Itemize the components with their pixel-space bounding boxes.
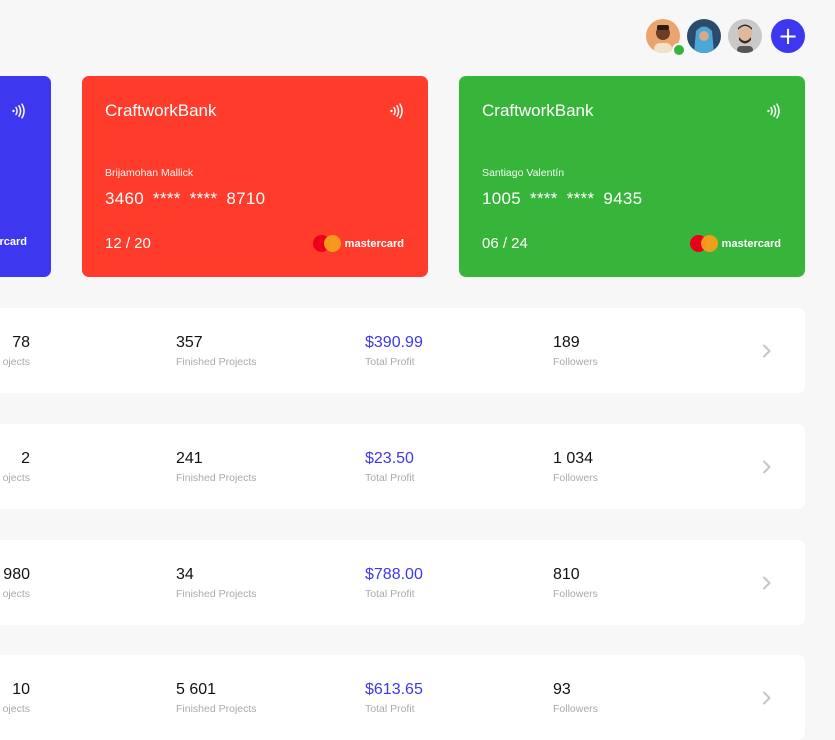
total-profit-label: Total Profit: [365, 356, 415, 368]
projects-value: 10: [12, 681, 30, 698]
followers-label: Followers: [553, 703, 598, 715]
followers-stat: 1 034 Followers: [553, 450, 598, 484]
user-avatar-3[interactable]: [728, 19, 762, 53]
projects-stat: 10 ojects: [0, 681, 30, 715]
chevron-right-icon[interactable]: [762, 691, 771, 705]
finished-projects-label: Finished Projects: [176, 588, 257, 600]
total-profit-label: Total Profit: [365, 703, 415, 715]
mastercard-logo-icon: [312, 235, 341, 252]
projects-stat: 2 ojects: [0, 450, 30, 484]
followers-value: 93: [553, 681, 571, 698]
finished-projects-label: Finished Projects: [176, 703, 257, 715]
followers-value: 189: [553, 334, 580, 351]
total-profit-stat: $23.50 Total Profit: [365, 450, 415, 484]
avatar-image: [687, 19, 721, 53]
card-brand: mastercard: [312, 235, 404, 252]
stats-row[interactable]: 78 ojects 357 Finished Projects $390.99 …: [0, 308, 805, 393]
add-member-button[interactable]: +: [771, 19, 805, 53]
finished-projects-value: 34: [176, 566, 194, 583]
chevron-right-icon[interactable]: [762, 344, 771, 358]
card-holder-name: Brijamohan Mallick: [105, 167, 194, 179]
total-profit-value: $23.50: [365, 450, 414, 467]
followers-label: Followers: [553, 588, 598, 600]
mastercard-logo-icon: [689, 235, 718, 252]
online-status-dot: [672, 43, 686, 57]
followers-stat: 810 Followers: [553, 566, 598, 600]
followers-label: Followers: [553, 472, 598, 484]
card-number: 1005 **** **** 9435: [482, 189, 643, 208]
finished-projects-stat: 357 Finished Projects: [176, 334, 257, 368]
contactless-icon: [390, 103, 403, 119]
followers-label: Followers: [553, 356, 598, 368]
card-brand-label: rcard: [0, 236, 27, 248]
credit-card-green[interactable]: CraftworkBank Santiago Valentín 1005 ***…: [459, 76, 805, 277]
projects-label: ojects: [2, 588, 30, 600]
finished-projects-value: 241: [176, 450, 203, 467]
bank-name: CraftworkBank: [482, 101, 594, 120]
finished-projects-label: Finished Projects: [176, 356, 257, 368]
projects-value: 2: [21, 450, 30, 467]
finished-projects-stat: 5 601 Finished Projects: [176, 681, 257, 715]
stats-row[interactable]: 980 ojects 34 Finished Projects $788.00 …: [0, 540, 805, 625]
followers-stat: 189 Followers: [553, 334, 598, 368]
total-profit-stat: $390.99 Total Profit: [365, 334, 423, 368]
total-profit-label: Total Profit: [365, 472, 415, 484]
projects-stat: 980 ojects: [0, 566, 30, 600]
bank-name: CraftworkBank: [105, 101, 217, 120]
card-brand: mastercard: [689, 235, 781, 252]
card-holder-name: Santiago Valentín: [482, 167, 565, 179]
projects-value: 78: [12, 334, 30, 351]
projects-label: ojects: [2, 356, 30, 368]
chevron-right-icon[interactable]: [762, 576, 771, 590]
projects-label: ojects: [2, 472, 30, 484]
finished-projects-value: 5 601: [176, 681, 217, 698]
credit-card-blue[interactable]: rcard: [0, 76, 51, 277]
total-profit-label: Total Profit: [365, 588, 415, 600]
stats-row[interactable]: 10 ojects 5 601 Finished Projects $613.6…: [0, 655, 805, 740]
followers-stat: 93 Followers: [553, 681, 598, 715]
team-avatars: [646, 19, 762, 53]
total-profit-stat: $788.00 Total Profit: [365, 566, 423, 600]
user-avatar-2[interactable]: [687, 19, 721, 53]
avatar-image: [728, 19, 762, 53]
chevron-right-icon[interactable]: [762, 460, 771, 474]
projects-stat: 78 ojects: [0, 334, 30, 368]
card-expiry: 06 / 24: [482, 235, 528, 252]
contactless-icon: [767, 103, 780, 119]
finished-projects-label: Finished Projects: [176, 472, 257, 484]
stats-row[interactable]: 2 ojects 241 Finished Projects $23.50 To…: [0, 424, 805, 509]
finished-projects-stat: 241 Finished Projects: [176, 450, 257, 484]
total-profit-value: $613.65: [365, 681, 423, 698]
card-expiry: 12 / 20: [105, 235, 151, 252]
finished-projects-value: 357: [176, 334, 203, 351]
projects-value: 980: [3, 566, 30, 583]
followers-value: 1 034: [553, 450, 594, 467]
credit-card-red[interactable]: CraftworkBank Brijamohan Mallick 3460 **…: [82, 76, 428, 277]
card-brand-label: mastercard: [344, 237, 404, 250]
followers-value: 810: [553, 566, 580, 583]
total-profit-value: $788.00: [365, 566, 423, 583]
projects-label: ojects: [2, 703, 30, 715]
card-number: 3460 **** **** 8710: [105, 189, 266, 208]
contactless-icon: [12, 103, 25, 119]
total-profit-value: $390.99: [365, 334, 423, 351]
card-brand-label: mastercard: [721, 237, 781, 250]
finished-projects-stat: 34 Finished Projects: [176, 566, 257, 600]
total-profit-stat: $613.65 Total Profit: [365, 681, 423, 715]
